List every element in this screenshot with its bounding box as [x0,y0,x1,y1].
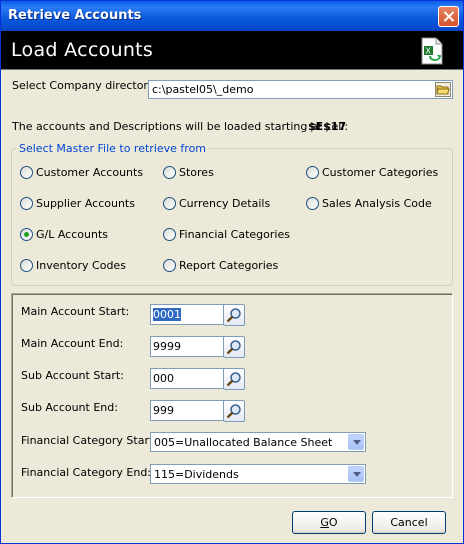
radio-button-icon [306,197,319,210]
radio-button-icon [163,259,176,272]
company-directory-label: Select Company directory: [12,79,158,92]
browse-folder-icon[interactable] [435,82,451,97]
magnifier-icon [226,308,241,323]
sub-account-end-value: 999 [153,404,174,417]
magnifier-icon [226,372,241,387]
master-file-legend: Select Master File to retrieve from [17,142,209,155]
go-button-label: O [328,516,338,529]
go-button[interactable]: GO [292,511,366,534]
header-banner: Load Accounts X [1,31,463,70]
radio-button-icon [306,166,319,179]
excel-refresh-icon: X [421,37,443,65]
radio-button-icon [163,166,176,179]
main-account-start-input[interactable]: 0001 [150,304,224,325]
start-cell-value: $E$17 [308,120,347,133]
main-account-end-value: 9999 [153,340,181,353]
page-title: Load Accounts [11,39,154,61]
start-cell-info: The accounts and Descriptions will be lo… [12,120,349,133]
financial-category-end-select[interactable]: 115=Dividends [150,464,366,484]
radio-button-icon [163,197,176,210]
financial-category-end-label: Financial Category End: [21,466,152,479]
chevron-down-icon[interactable] [348,434,364,450]
main-account-start-value: 0001 [153,308,181,321]
sub-account-start-input[interactable]: 000 [150,368,224,389]
magnifier-icon [226,340,241,355]
radio-button-icon [163,228,176,241]
sub-account-end-label: Sub Account End: [21,401,118,414]
financial-category-end-value: 115=Dividends [154,468,239,481]
radio-button-icon [20,197,33,210]
window-title: Retrieve Accounts [8,8,142,23]
main-account-start-label: Main Account Start: [21,305,130,318]
financial-category-start-label: Financial Category Start: [21,434,157,447]
main-account-start-lookup-button[interactable] [223,304,245,326]
radio-button-icon [20,166,33,179]
company-directory-value: c:\pastel05\_demo [152,83,254,96]
cancel-button[interactable]: Cancel [372,511,446,534]
main-account-end-lookup-button[interactable] [223,336,245,358]
svg-text:X: X [426,47,432,56]
radio-button-icon [20,259,33,272]
chevron-down-icon[interactable] [348,466,364,482]
main-account-end-label: Main Account End: [21,337,124,350]
cancel-button-label: Cancel [390,516,428,529]
title-bar[interactable]: Retrieve Accounts [1,1,463,31]
financial-category-start-select[interactable]: 005=Unallocated Balance Sheet [150,432,366,452]
main-account-end-input[interactable]: 9999 [150,336,224,357]
magnifier-icon [226,404,241,419]
retrieve-accounts-dialog: Retrieve Accounts Load Accounts X Select… [0,0,464,544]
sub-account-end-lookup-button[interactable] [223,400,245,422]
financial-category-start-value: 005=Unallocated Balance Sheet [154,436,333,449]
sub-account-start-label: Sub Account Start: [21,369,124,382]
close-button[interactable] [438,6,459,27]
sub-account-start-lookup-button[interactable] [223,368,245,390]
sub-account-end-input[interactable]: 999 [150,400,224,421]
company-directory-field[interactable]: c:\pastel05\_demo [148,80,453,99]
radio-button-checked-icon [20,228,33,241]
sub-account-start-value: 000 [153,372,174,385]
go-button-accelerator: G [320,516,329,529]
